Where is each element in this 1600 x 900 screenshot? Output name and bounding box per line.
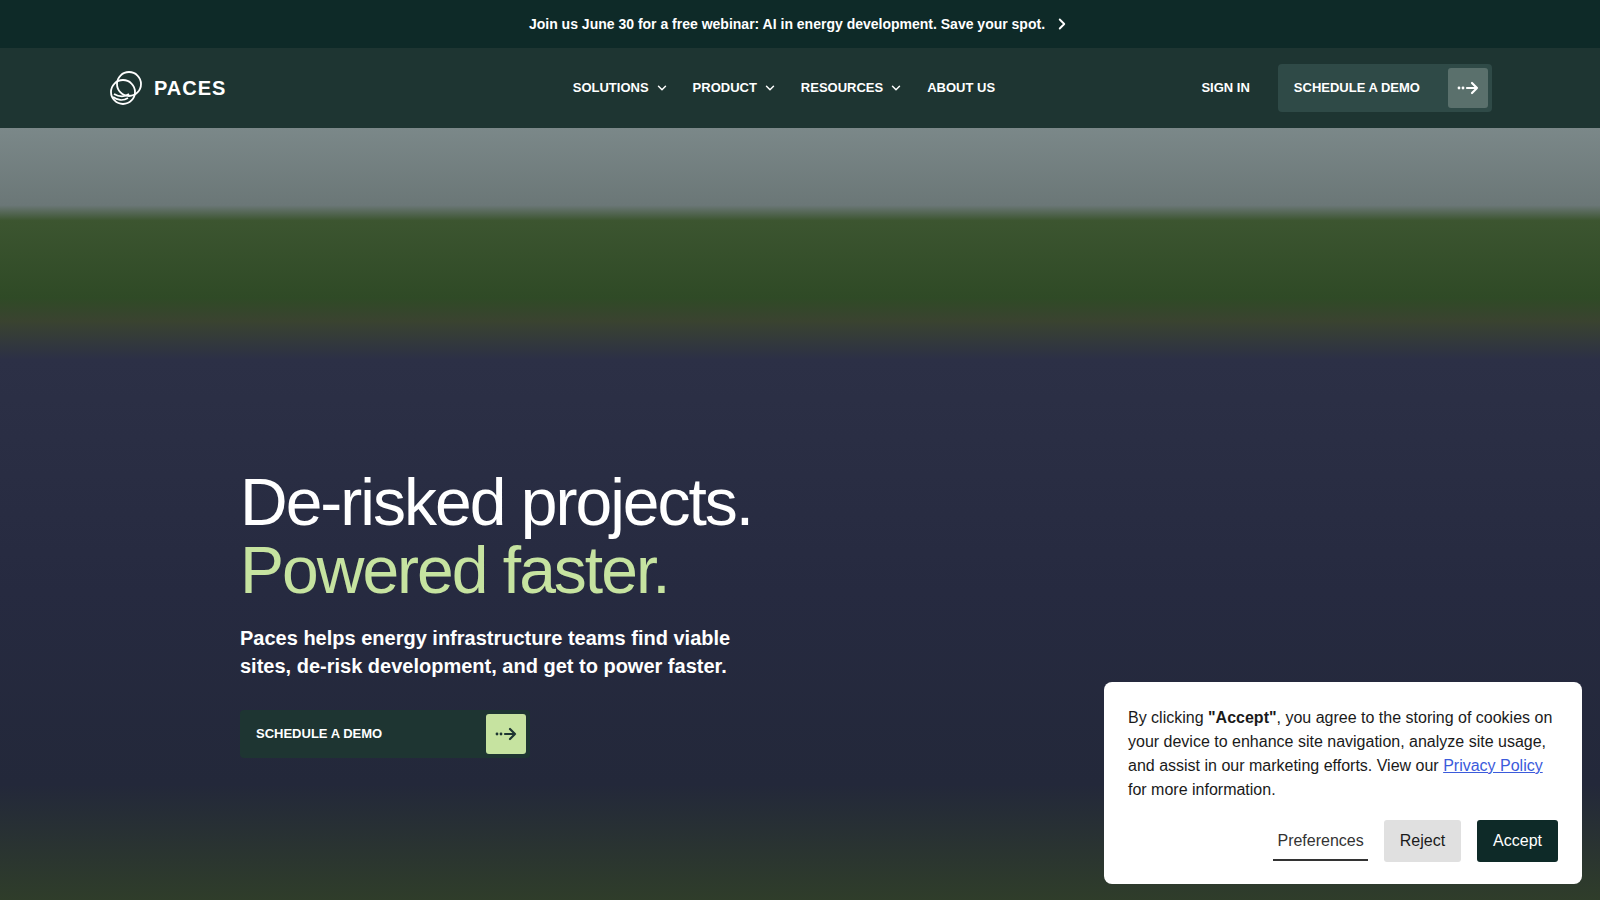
nav-item[interactable]: SOLUTIONS — [573, 78, 669, 98]
hero-demo-button[interactable]: SCHEDULE A DEMO — [240, 710, 530, 758]
arrow-icon — [1457, 81, 1479, 95]
arrow-box — [486, 714, 526, 754]
cookie-text: By clicking "Accept", you agree to the s… — [1128, 706, 1558, 802]
sign-in-link[interactable]: SIGN IN — [1201, 78, 1249, 98]
accept-button[interactable]: Accept — [1477, 820, 1558, 862]
chevron-right-icon — [1053, 15, 1071, 33]
privacy-policy-link[interactable]: Privacy Policy — [1443, 757, 1543, 774]
hero-subtitle: Paces helps energy infrastructure teams … — [240, 624, 1600, 680]
nav-item[interactable]: RESOURCES — [801, 78, 903, 98]
logo-text[interactable]: PACES — [154, 73, 226, 103]
chevron-down-icon — [889, 81, 903, 95]
paces-logo-icon — [108, 69, 146, 107]
nav-menu: SOLUTIONS PRODUCT RESOURCES ABOUT US — [573, 78, 995, 98]
hero: De-risked projects.Powered faster. Paces … — [0, 128, 1600, 900]
arrow-box — [1448, 68, 1488, 108]
page: Join us June 30 for a free webinar: AI i… — [0, 0, 1600, 900]
hero-content: De-risked projects.Powered faster. Paces … — [0, 128, 1600, 758]
schedule-demo-button[interactable]: SCHEDULE A DEMO — [1278, 64, 1492, 112]
nav-item[interactable]: PRODUCT — [693, 78, 777, 98]
chevron-down-icon — [655, 81, 669, 95]
announcement-banner[interactable]: Join us June 30 for a free webinar: AI i… — [0, 0, 1600, 48]
preferences-button[interactable]: Preferences — [1273, 821, 1367, 861]
cookie-buttons: Preferences Reject Accept — [1128, 820, 1558, 862]
hero-heading: De-risked projects.Powered faster. — [240, 468, 1600, 604]
cookie-banner: By clicking "Accept", you agree to the s… — [1104, 682, 1582, 884]
nav-actions: SIGN IN SCHEDULE A DEMO — [1201, 64, 1492, 112]
nav-item[interactable]: ABOUT US — [927, 78, 995, 98]
chevron-down-icon — [763, 81, 777, 95]
logo[interactable]: PACES — [108, 69, 226, 107]
announcement-text[interactable]: Join us June 30 for a free webinar: AI i… — [529, 14, 1045, 35]
arrow-icon — [495, 727, 517, 741]
reject-button[interactable]: Reject — [1384, 820, 1461, 862]
navbar: PACES SOLUTIONS PRODUCT RESOURCES ABOUT US SI… — [0, 48, 1600, 128]
